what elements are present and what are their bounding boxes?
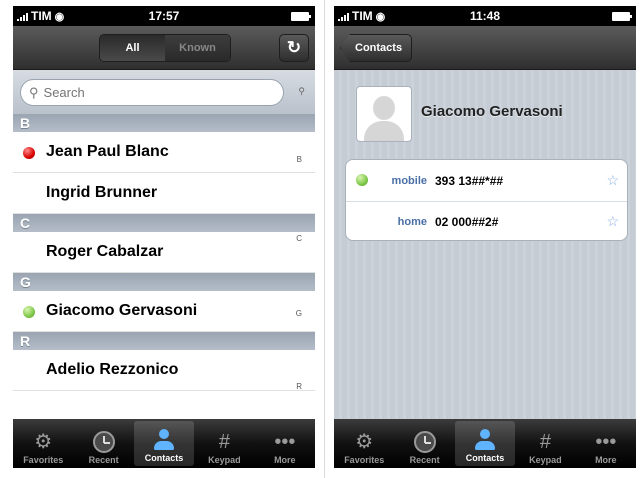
section-header-b: B — [13, 114, 315, 132]
back-button[interactable]: Contacts — [340, 34, 413, 62]
battery-icon — [612, 12, 632, 21]
section-header-c: C — [13, 214, 315, 232]
contact-row[interactable]: Jean Paul Blanc B — [13, 132, 315, 173]
index-letter[interactable]: B — [297, 155, 302, 164]
tab-keypad[interactable]: # Keypad — [194, 419, 254, 468]
tab-label: Recent — [88, 455, 119, 465]
search-input[interactable] — [43, 85, 254, 100]
index-search-icon[interactable]: ⚲ — [298, 86, 305, 97]
person-icon — [153, 428, 175, 451]
avatar[interactable] — [356, 86, 412, 142]
refresh-button[interactable]: ↻ — [279, 34, 309, 62]
ellipsis-icon: ••• — [274, 430, 296, 453]
phone-number: 02 000##2# — [435, 214, 499, 229]
tab-label: Recent — [409, 455, 440, 465]
contact-name: Adelio Rezzonico — [46, 361, 179, 378]
contact-header: Giacomo Gervasoni — [334, 70, 636, 160]
tab-bar: ⚙ Favorites Recent Contacts # Keypad •••… — [13, 419, 315, 468]
phone-row-mobile[interactable]: mobile 393 13##*## ☆ — [346, 160, 627, 201]
segment-known[interactable]: Known — [165, 35, 230, 61]
index-letter[interactable]: G — [296, 309, 302, 318]
refresh-icon: ↻ — [286, 38, 302, 57]
tab-label: More — [595, 455, 617, 465]
phone-row-home[interactable]: home 02 000##2# ☆ — [346, 201, 627, 240]
index-letter[interactable]: R — [296, 382, 302, 391]
gear-icon: ⚙ — [34, 430, 53, 453]
tab-favorites[interactable]: ⚙ Favorites — [334, 419, 394, 468]
screenshot-canvas: TIM ◉ 17:57 All Known ↻ ⚲ ⚲ B — [0, 0, 642, 478]
contacts-list-screen: TIM ◉ 17:57 All Known ↻ ⚲ ⚲ B — [13, 6, 315, 468]
search-icon: ⚲ — [29, 84, 39, 100]
hash-icon: # — [218, 430, 230, 453]
contact-name: Ingrid Brunner — [46, 184, 158, 201]
clock-time: 11:48 — [469, 9, 501, 23]
tab-bar: ⚙ Favorites Recent Contacts # Keypad •••… — [334, 419, 636, 468]
contact-row[interactable]: Giacomo Gervasoni G — [13, 291, 315, 332]
section-header-g: G — [13, 273, 315, 291]
tab-label: Contacts — [465, 453, 505, 463]
phone-numbers-group: mobile 393 13##*## ☆ home 02 000##2# ☆ — [345, 159, 628, 241]
hash-icon: # — [539, 430, 551, 453]
tab-recent[interactable]: Recent — [394, 419, 454, 468]
contact-name: Giacomo Gervasoni — [421, 103, 563, 120]
tab-contacts[interactable]: Contacts — [133, 421, 195, 466]
contact-detail-screen: TIM ◉ 11:48 Contacts Giacomo Gervasoni m… — [334, 6, 636, 468]
star-icon[interactable]: ☆ — [606, 172, 619, 189]
section-header-r: R — [13, 332, 315, 350]
contact-row[interactable]: Ingrid Brunner — [13, 173, 315, 214]
contact-row[interactable]: Adelio Rezzonico R — [13, 350, 315, 391]
avatar-placeholder-icon — [373, 96, 395, 120]
tab-label: More — [274, 455, 296, 465]
search-field-container: ⚲ — [20, 79, 284, 106]
gear-icon: ⚙ — [355, 430, 374, 453]
phone-label: home — [397, 215, 427, 228]
tab-keypad[interactable]: # Keypad — [515, 419, 575, 468]
segment-all[interactable]: All — [100, 35, 165, 61]
status-bar: TIM ◉ 17:57 — [13, 6, 315, 26]
busy-status-icon — [23, 147, 35, 159]
tab-contacts[interactable]: Contacts — [454, 421, 516, 466]
filter-segmented-control: All Known — [99, 34, 231, 62]
clock-time: 17:57 — [148, 9, 180, 23]
tab-label: Keypad — [208, 455, 241, 465]
status-bar: TIM ◉ 11:48 — [334, 6, 636, 26]
available-status-icon — [23, 306, 35, 318]
tab-more[interactable]: ••• More — [255, 419, 315, 468]
index-letter[interactable]: C — [296, 234, 302, 243]
contact-name: Roger Cabalzar — [46, 243, 164, 260]
tab-label: Contacts — [144, 453, 184, 463]
person-icon — [474, 428, 496, 451]
contact-name: Jean Paul Blanc — [46, 143, 169, 160]
nav-bar: All Known ↻ — [13, 26, 315, 70]
tab-recent[interactable]: Recent — [73, 419, 133, 468]
phone-label: mobile — [391, 174, 427, 187]
contact-name: Giacomo Gervasoni — [46, 302, 198, 319]
panel-divider — [324, 0, 325, 478]
phone-number: 393 13##*## — [435, 173, 504, 188]
search-bar: ⚲ ⚲ — [13, 70, 315, 114]
available-status-icon — [356, 174, 368, 186]
star-icon[interactable]: ☆ — [606, 213, 619, 230]
tab-more[interactable]: ••• More — [576, 419, 636, 468]
contact-row[interactable]: Roger Cabalzar C — [13, 232, 315, 273]
battery-icon — [291, 12, 311, 21]
nav-bar: Contacts — [334, 26, 636, 70]
tab-label: Favorites — [344, 455, 385, 465]
tab-label: Favorites — [23, 455, 64, 465]
clock-icon — [92, 430, 115, 453]
tab-favorites[interactable]: ⚙ Favorites — [13, 419, 73, 468]
clock-icon — [413, 430, 436, 453]
ellipsis-icon: ••• — [595, 430, 617, 453]
tab-label: Keypad — [529, 455, 562, 465]
contacts-list: B Jean Paul Blanc B Ingrid Brunner C Rog… — [13, 114, 315, 391]
